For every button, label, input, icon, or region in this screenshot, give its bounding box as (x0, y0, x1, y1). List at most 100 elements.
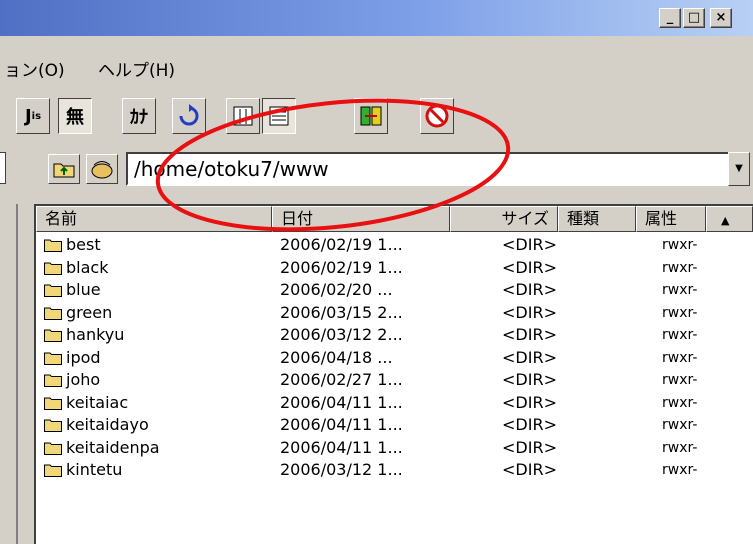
list-item[interactable]: keitaiac 2006/04/11 1... <DIR> rwxr- (36, 392, 753, 414)
folder-icon (44, 374, 62, 387)
folder-icon (44, 442, 62, 455)
menu-option[interactable]: ョン(O) (4, 56, 65, 81)
item-name: keitaiac (66, 392, 129, 412)
sync-icon (360, 106, 382, 126)
parent-folder-button[interactable] (48, 154, 80, 184)
kana-icon: ｶﾅ (130, 107, 148, 128)
folder-icon (44, 284, 62, 297)
column-attr[interactable]: 属性 (636, 206, 706, 232)
chevron-down-icon: ▼ (735, 163, 743, 174)
column-date[interactable]: 日付 (272, 206, 450, 232)
list-item[interactable]: black 2006/02/19 1... <DIR> rwxr- (36, 257, 753, 279)
item-size: <DIR> (502, 280, 557, 299)
list-view-button[interactable] (226, 98, 260, 134)
item-date: 2006/02/27 1... (280, 370, 403, 389)
folder-icon (44, 397, 62, 410)
item-name: green (66, 302, 113, 322)
item-size: <DIR> (502, 347, 557, 367)
left-pane[interactable] (0, 204, 18, 544)
jis-icon: J (24, 105, 32, 127)
item-attr: rwxr- (662, 304, 698, 321)
toolbar: Jis 無 ｶﾅ (0, 96, 753, 140)
address-row: /home/otoku7/www ▼ (0, 148, 753, 190)
item-date: 2006/02/19 1... (280, 257, 403, 277)
item-name: keitaidayo (66, 415, 149, 434)
parent-folder-icon (53, 163, 75, 178)
item-date: 2006/02/19 1... (280, 235, 403, 254)
column-name[interactable]: 名前 (36, 206, 272, 232)
close-button[interactable]: × (710, 8, 732, 28)
list-item[interactable]: keitaidenpa 2006/04/11 1... <DIR> rwxr- (36, 437, 753, 459)
path-dropdown-button[interactable]: ▼ (728, 152, 750, 186)
column-size[interactable]: サイズ (450, 206, 558, 232)
trash-icon (91, 161, 113, 179)
item-date: 2006/04/11 1... (280, 392, 403, 412)
minimize-button[interactable]: _ (659, 8, 681, 28)
folder-icon (44, 352, 62, 365)
item-attr: rwxr- (662, 237, 698, 253)
scroll-up-button[interactable]: ▲ (706, 206, 753, 232)
stop-icon (425, 104, 449, 128)
item-attr: rwxr- (662, 327, 698, 343)
item-attr: rwxr- (662, 417, 698, 433)
item-attr: rwxr- (662, 439, 698, 456)
kana-button[interactable]: ｶﾅ (122, 98, 156, 134)
item-size: <DIR> (502, 415, 557, 434)
list-item[interactable]: hankyu 2006/03/12 2... <DIR> rwxr- (36, 324, 753, 346)
item-name: ipod (66, 347, 101, 367)
folder-icon (44, 239, 62, 252)
trash-button[interactable] (86, 154, 118, 184)
item-name: blue (66, 280, 101, 299)
refresh-button[interactable] (172, 98, 206, 134)
folder-icon (44, 329, 62, 342)
item-size: <DIR> (502, 460, 557, 479)
list-header: 名前 日付 サイズ 種類 属性 ▲ (36, 206, 753, 232)
item-date: 2006/03/15 2... (280, 302, 403, 322)
item-size: <DIR> (502, 257, 557, 277)
item-size: <DIR> (502, 437, 557, 457)
item-attr: rwxr- (662, 349, 698, 366)
item-date: 2006/04/11 1... (280, 437, 403, 457)
no-convert-button[interactable]: 無 (58, 98, 92, 134)
detail-view-icon (269, 106, 289, 126)
menu-bar: ョン(O) ヘルプ(H) (0, 50, 753, 82)
list-item[interactable]: ipod 2006/04/18 ... <DIR> rwxr- (36, 347, 753, 369)
folder-icon (44, 262, 62, 275)
item-size: <DIR> (502, 235, 557, 254)
item-attr: rwxr- (662, 394, 698, 411)
sync-button[interactable] (354, 98, 388, 134)
list-item[interactable]: kintetu 2006/03/12 1... <DIR> rwxr- (36, 459, 753, 481)
list-item[interactable]: best 2006/02/19 1... <DIR> rwxr- (36, 234, 753, 256)
detail-view-button[interactable] (262, 98, 296, 134)
item-attr: rwxr- (662, 259, 698, 276)
refresh-icon (179, 104, 199, 126)
left-pane-dropdown[interactable] (0, 152, 6, 184)
item-name: kintetu (66, 460, 123, 479)
item-date: 2006/04/11 1... (280, 415, 403, 434)
item-name: hankyu (66, 325, 125, 344)
list-view-icon (233, 106, 253, 126)
item-size: <DIR> (502, 302, 557, 322)
item-date: 2006/04/18 ... (280, 347, 393, 367)
item-size: <DIR> (502, 392, 557, 412)
maximize-button[interactable]: □ (683, 8, 705, 28)
path-input[interactable]: /home/otoku7/www (126, 152, 730, 186)
item-name: keitaidenpa (66, 437, 160, 457)
menu-help[interactable]: ヘルプ(H) (98, 56, 175, 81)
item-size: <DIR> (502, 370, 557, 389)
item-date: 2006/03/12 2... (280, 325, 403, 344)
list-item[interactable]: blue 2006/02/20 ... <DIR> rwxr- (36, 279, 753, 301)
list-item[interactable]: joho 2006/02/27 1... <DIR> rwxr- (36, 369, 753, 391)
column-type[interactable]: 種類 (558, 206, 636, 232)
stop-button[interactable] (420, 98, 454, 134)
item-attr: rwxr- (662, 372, 698, 388)
jis-button[interactable]: Jis (16, 98, 50, 134)
item-name: best (66, 235, 101, 254)
item-attr: rwxr- (662, 282, 698, 298)
item-name: joho (66, 370, 101, 389)
item-attr: rwxr- (662, 462, 698, 478)
list-item[interactable]: green 2006/03/15 2... <DIR> rwxr- (36, 302, 753, 324)
item-name: black (66, 257, 109, 277)
list-item[interactable]: keitaidayo 2006/04/11 1... <DIR> rwxr- (36, 414, 753, 436)
title-bar: _ □ × (0, 0, 753, 36)
